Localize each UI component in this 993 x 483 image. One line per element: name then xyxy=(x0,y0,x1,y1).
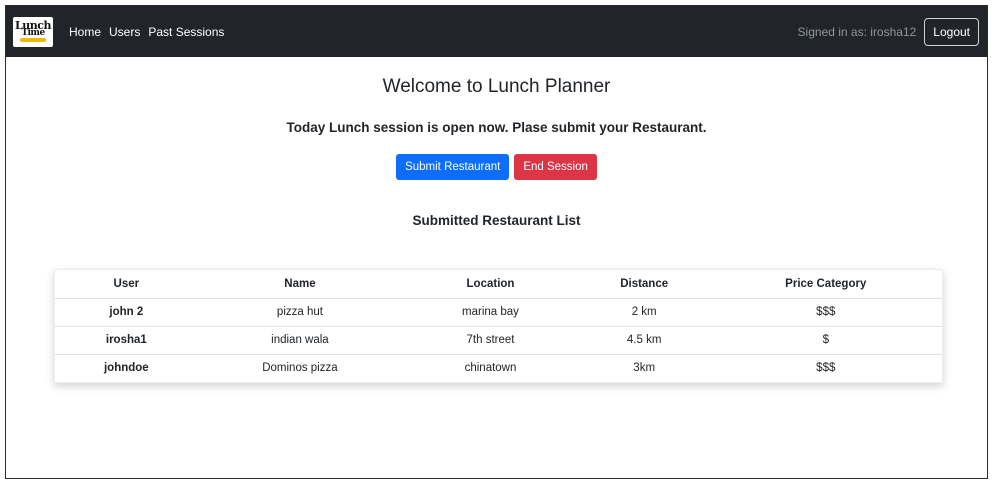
cell-user: johndoe xyxy=(55,353,198,382)
page-title: Welcome to Lunch Planner xyxy=(382,76,611,97)
lunch-time-logo[interactable]: Lunch Time xyxy=(13,16,53,47)
cell-name: Dominos pizza xyxy=(197,353,403,382)
header-price-category: Price Category xyxy=(785,277,867,290)
cell-price: $$$ xyxy=(709,297,942,326)
header-name: Name xyxy=(284,277,316,290)
session-actions: Submit Restaurant End Session xyxy=(6,154,987,180)
table-row: john 2 pizza hut marina bay 2 km $$$ xyxy=(55,297,942,326)
header-user: User xyxy=(113,277,140,290)
header-location: Location xyxy=(466,277,515,290)
cell-price: $ xyxy=(709,325,942,354)
restaurant-table: User Name Location Distance Price Catego… xyxy=(55,270,942,382)
cell-name: indian wala xyxy=(197,325,403,354)
cell-distance: 4.5 km xyxy=(578,325,710,354)
nav-user-area: Signed in as: irosha12 Logout xyxy=(797,17,979,46)
end-session-button[interactable]: End Session xyxy=(514,154,597,180)
nav-links: Home Users Past Sessions xyxy=(69,25,232,39)
app-window: Lunch Time Home Users Past Sessions Sign… xyxy=(5,5,988,479)
cell-user: john 2 xyxy=(55,297,198,326)
cell-user: irosha1 xyxy=(55,325,198,354)
cell-location: chinatown xyxy=(402,353,579,382)
nav-link-home[interactable]: Home xyxy=(69,25,101,39)
cell-distance: 2 km xyxy=(578,297,710,326)
logout-button[interactable]: Logout xyxy=(924,17,979,46)
restaurant-table-card: User Name Location Distance Price Catego… xyxy=(54,269,943,383)
navbar: Lunch Time Home Users Past Sessions Sign… xyxy=(6,6,987,57)
cell-location: 7th street xyxy=(402,325,579,354)
submitted-list-title: Submitted Restaurant List xyxy=(412,213,581,228)
submit-restaurant-button[interactable]: Submit Restaurant xyxy=(396,154,510,180)
cell-distance: 3km xyxy=(578,353,710,382)
session-status-message: Today Lunch session is open now. Plase s… xyxy=(286,120,707,135)
header-distance: Distance xyxy=(620,277,669,290)
nav-link-users[interactable]: Users xyxy=(109,25,140,39)
table-row: irosha1 indian wala 7th street 4.5 km $ xyxy=(55,325,942,354)
plate-icon xyxy=(20,38,46,43)
table-header-row: User Name Location Distance Price Catego… xyxy=(55,270,942,298)
cell-price: $$$ xyxy=(709,353,942,382)
cell-name: pizza hut xyxy=(197,297,403,326)
table-row: johndoe Dominos pizza chinatown 3km $$$ xyxy=(55,353,942,382)
cell-location: marina bay xyxy=(402,297,579,326)
logo-line-2: Time xyxy=(21,27,45,38)
signed-in-text: Signed in as: irosha12 xyxy=(797,24,917,39)
nav-link-past-sessions[interactable]: Past Sessions xyxy=(148,25,224,39)
